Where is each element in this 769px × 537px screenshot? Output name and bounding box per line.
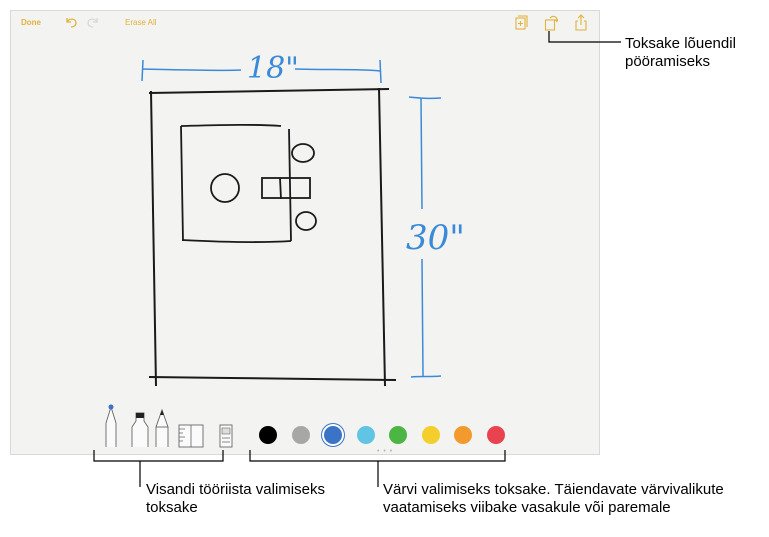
callout-lines (93, 31, 621, 487)
tools-callout: Visandi tööriista valimiseks toksake (146, 481, 325, 516)
colors-callout: Värvi valimiseks toksake. Täiendavate vä… (383, 481, 724, 516)
rotate-callout: Toksake lõuendil pööramiseks (625, 35, 736, 70)
